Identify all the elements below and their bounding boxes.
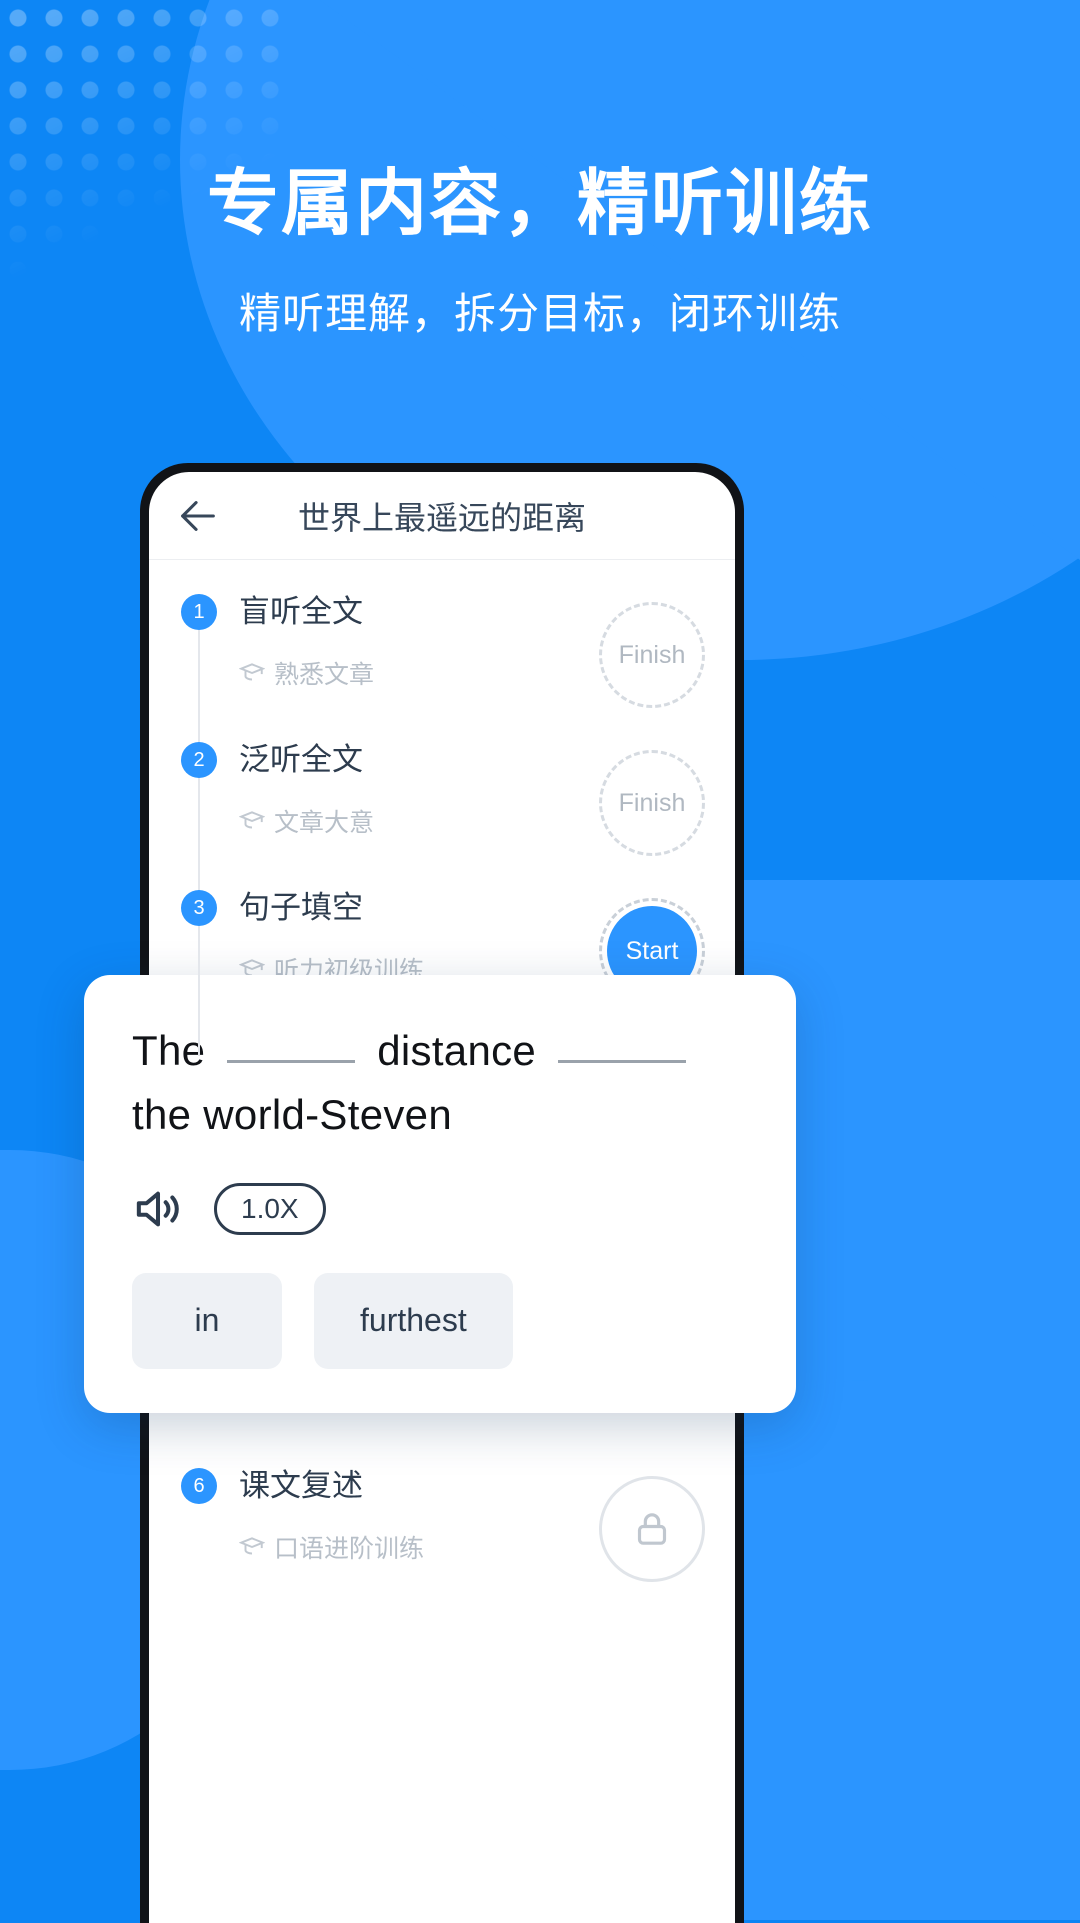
step-action-locked[interactable] <box>599 1476 705 1582</box>
step-number-badge: 2 <box>181 742 217 778</box>
page-title: 世界上最遥远的距离 <box>297 499 586 536</box>
step-subtitle: 熟悉文章 <box>274 661 375 690</box>
step-content: 盲听全文 熟悉文章 <box>227 594 599 691</box>
arrow-left-icon[interactable] <box>175 493 221 539</box>
step-connector <box>198 778 200 908</box>
hero-title: 专属内容，精听训练 <box>206 164 873 244</box>
step-content: 课文复述 口语进阶训练 <box>227 1468 599 1565</box>
sentence-part-2: distance <box>377 1027 537 1074</box>
step-content: 泛听全文 文章大意 <box>227 742 599 839</box>
list-item[interactable]: 1 盲听全文 熟悉文章 Finish <box>149 594 735 760</box>
speaker-icon[interactable] <box>132 1186 184 1232</box>
sentence-part-4: world-Steven <box>203 1090 452 1138</box>
sentence-part-1: The <box>132 1027 206 1074</box>
blank-field-2[interactable] <box>558 1060 687 1063</box>
step-number-badge: 1 <box>181 594 217 630</box>
answer-option[interactable]: in <box>132 1272 282 1369</box>
step-number-badge: 6 <box>181 1468 217 1504</box>
step-marker: 2 <box>181 742 227 908</box>
list-item[interactable]: 6 课文复述 口语进阶训练 <box>149 1468 735 1616</box>
step-action-finish[interactable]: Finish <box>599 602 705 708</box>
step-subtitle-row: 熟悉文章 <box>238 655 599 691</box>
hero-section: 专属内容，精听训练 精听理解，拆分目标，闭环训练 <box>0 0 1080 341</box>
step-subtitle-row: 文章大意 <box>238 803 599 839</box>
lock-icon <box>632 1507 672 1551</box>
step-title: 课文复述 <box>239 1468 363 1503</box>
audio-controls: 1.0X <box>132 1182 748 1235</box>
step-subtitle: 文章大意 <box>274 809 375 838</box>
answer-options: in furthest <box>132 1272 748 1369</box>
step-marker: 3 <box>181 890 227 1056</box>
step-marker: 6 <box>181 1468 227 1504</box>
step-title: 句子填空 <box>239 890 363 925</box>
step-subtitle: 口语进阶训练 <box>274 1535 425 1564</box>
fill-in-blank-sentence: The distance the world-Steven <box>132 1019 748 1147</box>
sentence-part-3: the <box>132 1090 192 1138</box>
step-title: 盲听全文 <box>239 594 363 629</box>
step-connector <box>198 926 200 1056</box>
playback-speed-button[interactable]: 1.0X <box>214 1182 326 1235</box>
answer-option[interactable]: furthest <box>314 1272 513 1369</box>
step-action-finish[interactable]: Finish <box>599 750 705 856</box>
step-title: 泛听全文 <box>239 742 363 777</box>
graduation-cap-icon <box>238 1534 266 1560</box>
graduation-cap-icon <box>238 660 266 686</box>
step-subtitle-row: 口语进阶训练 <box>238 1529 599 1565</box>
list-item[interactable]: 2 泛听全文 文章大意 Finish <box>149 742 735 908</box>
step-content: 句子填空 听力初级训练 <box>227 890 599 987</box>
step-connector <box>198 630 200 760</box>
graduation-cap-icon <box>238 808 266 834</box>
exercise-popup-card: The distance the world-Steven 1.0X in fu… <box>84 975 796 1413</box>
step-marker: 1 <box>181 594 227 760</box>
step-number-badge: 3 <box>181 890 217 926</box>
hero-subtitle: 精听理解，拆分目标，闭环训练 <box>238 290 841 337</box>
app-header: 世界上最遥远的距离 <box>149 472 735 560</box>
blank-field-1[interactable] <box>227 1060 356 1063</box>
